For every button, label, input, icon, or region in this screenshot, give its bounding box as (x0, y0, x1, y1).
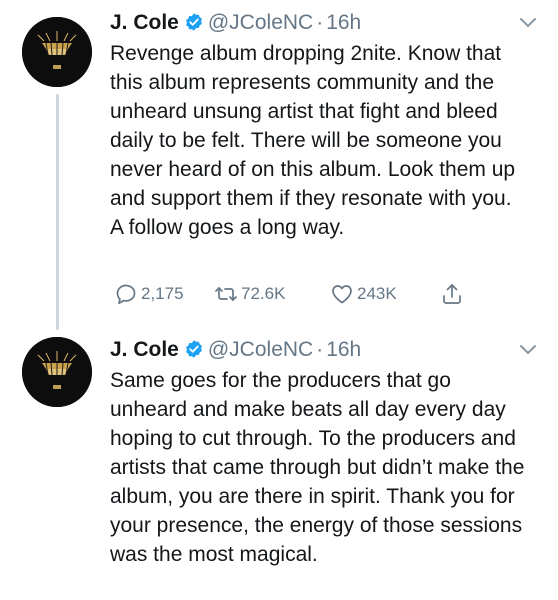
retweet-count: 72.6K (241, 284, 286, 303)
handle[interactable]: @JColeNC (208, 11, 313, 34)
display-name[interactable]: J. Cole (110, 11, 179, 34)
tweet-content: J. Cole @JColeNC · 16h Same goes for the pr… (110, 335, 538, 569)
avatar[interactable] (22, 17, 92, 87)
verified-badge-icon (184, 339, 204, 359)
display-name[interactable]: J. Cole (110, 338, 179, 361)
share-icon (443, 284, 461, 304)
reply-icon (116, 284, 136, 305)
tweet-actions: 2,175 72.6K 243K (114, 278, 470, 310)
album-art-avatar-icon (22, 337, 92, 407)
separator-dot: · (316, 338, 324, 361)
reply-count: 2,175 (141, 284, 184, 303)
heart-icon (332, 285, 352, 304)
timestamp[interactable]: 16h (326, 338, 361, 361)
tweet-header: J. Cole @JColeNC · 16h (110, 335, 538, 365)
timestamp[interactable]: 16h (326, 11, 361, 34)
tweet-content: J. Cole @JColeNC · 16h Revenge album droppi… (110, 8, 538, 242)
retweet-icon (215, 287, 237, 301)
reply-button[interactable]: 2,175 (114, 278, 214, 310)
retweet-button[interactable]: 72.6K (214, 278, 330, 310)
chevron-down-icon[interactable] (518, 8, 538, 38)
chevron-down-icon[interactable] (518, 335, 538, 365)
verified-badge-icon (184, 12, 204, 32)
album-art-avatar-icon (22, 17, 92, 87)
handle[interactable]: @JColeNC (208, 338, 313, 361)
thread-line (56, 94, 59, 330)
like-button[interactable]: 243K (330, 278, 440, 310)
tweet-header: J. Cole @JColeNC · 16h (110, 8, 538, 38)
tweet-text: Same goes for the producers that go unhe… (110, 369, 525, 566)
share-button[interactable] (440, 278, 470, 310)
separator-dot: · (316, 11, 324, 34)
like-count: 243K (357, 284, 397, 303)
avatar[interactable] (22, 337, 92, 407)
tweet-text: Revenge album dropping 2nite. Know that … (110, 42, 516, 239)
